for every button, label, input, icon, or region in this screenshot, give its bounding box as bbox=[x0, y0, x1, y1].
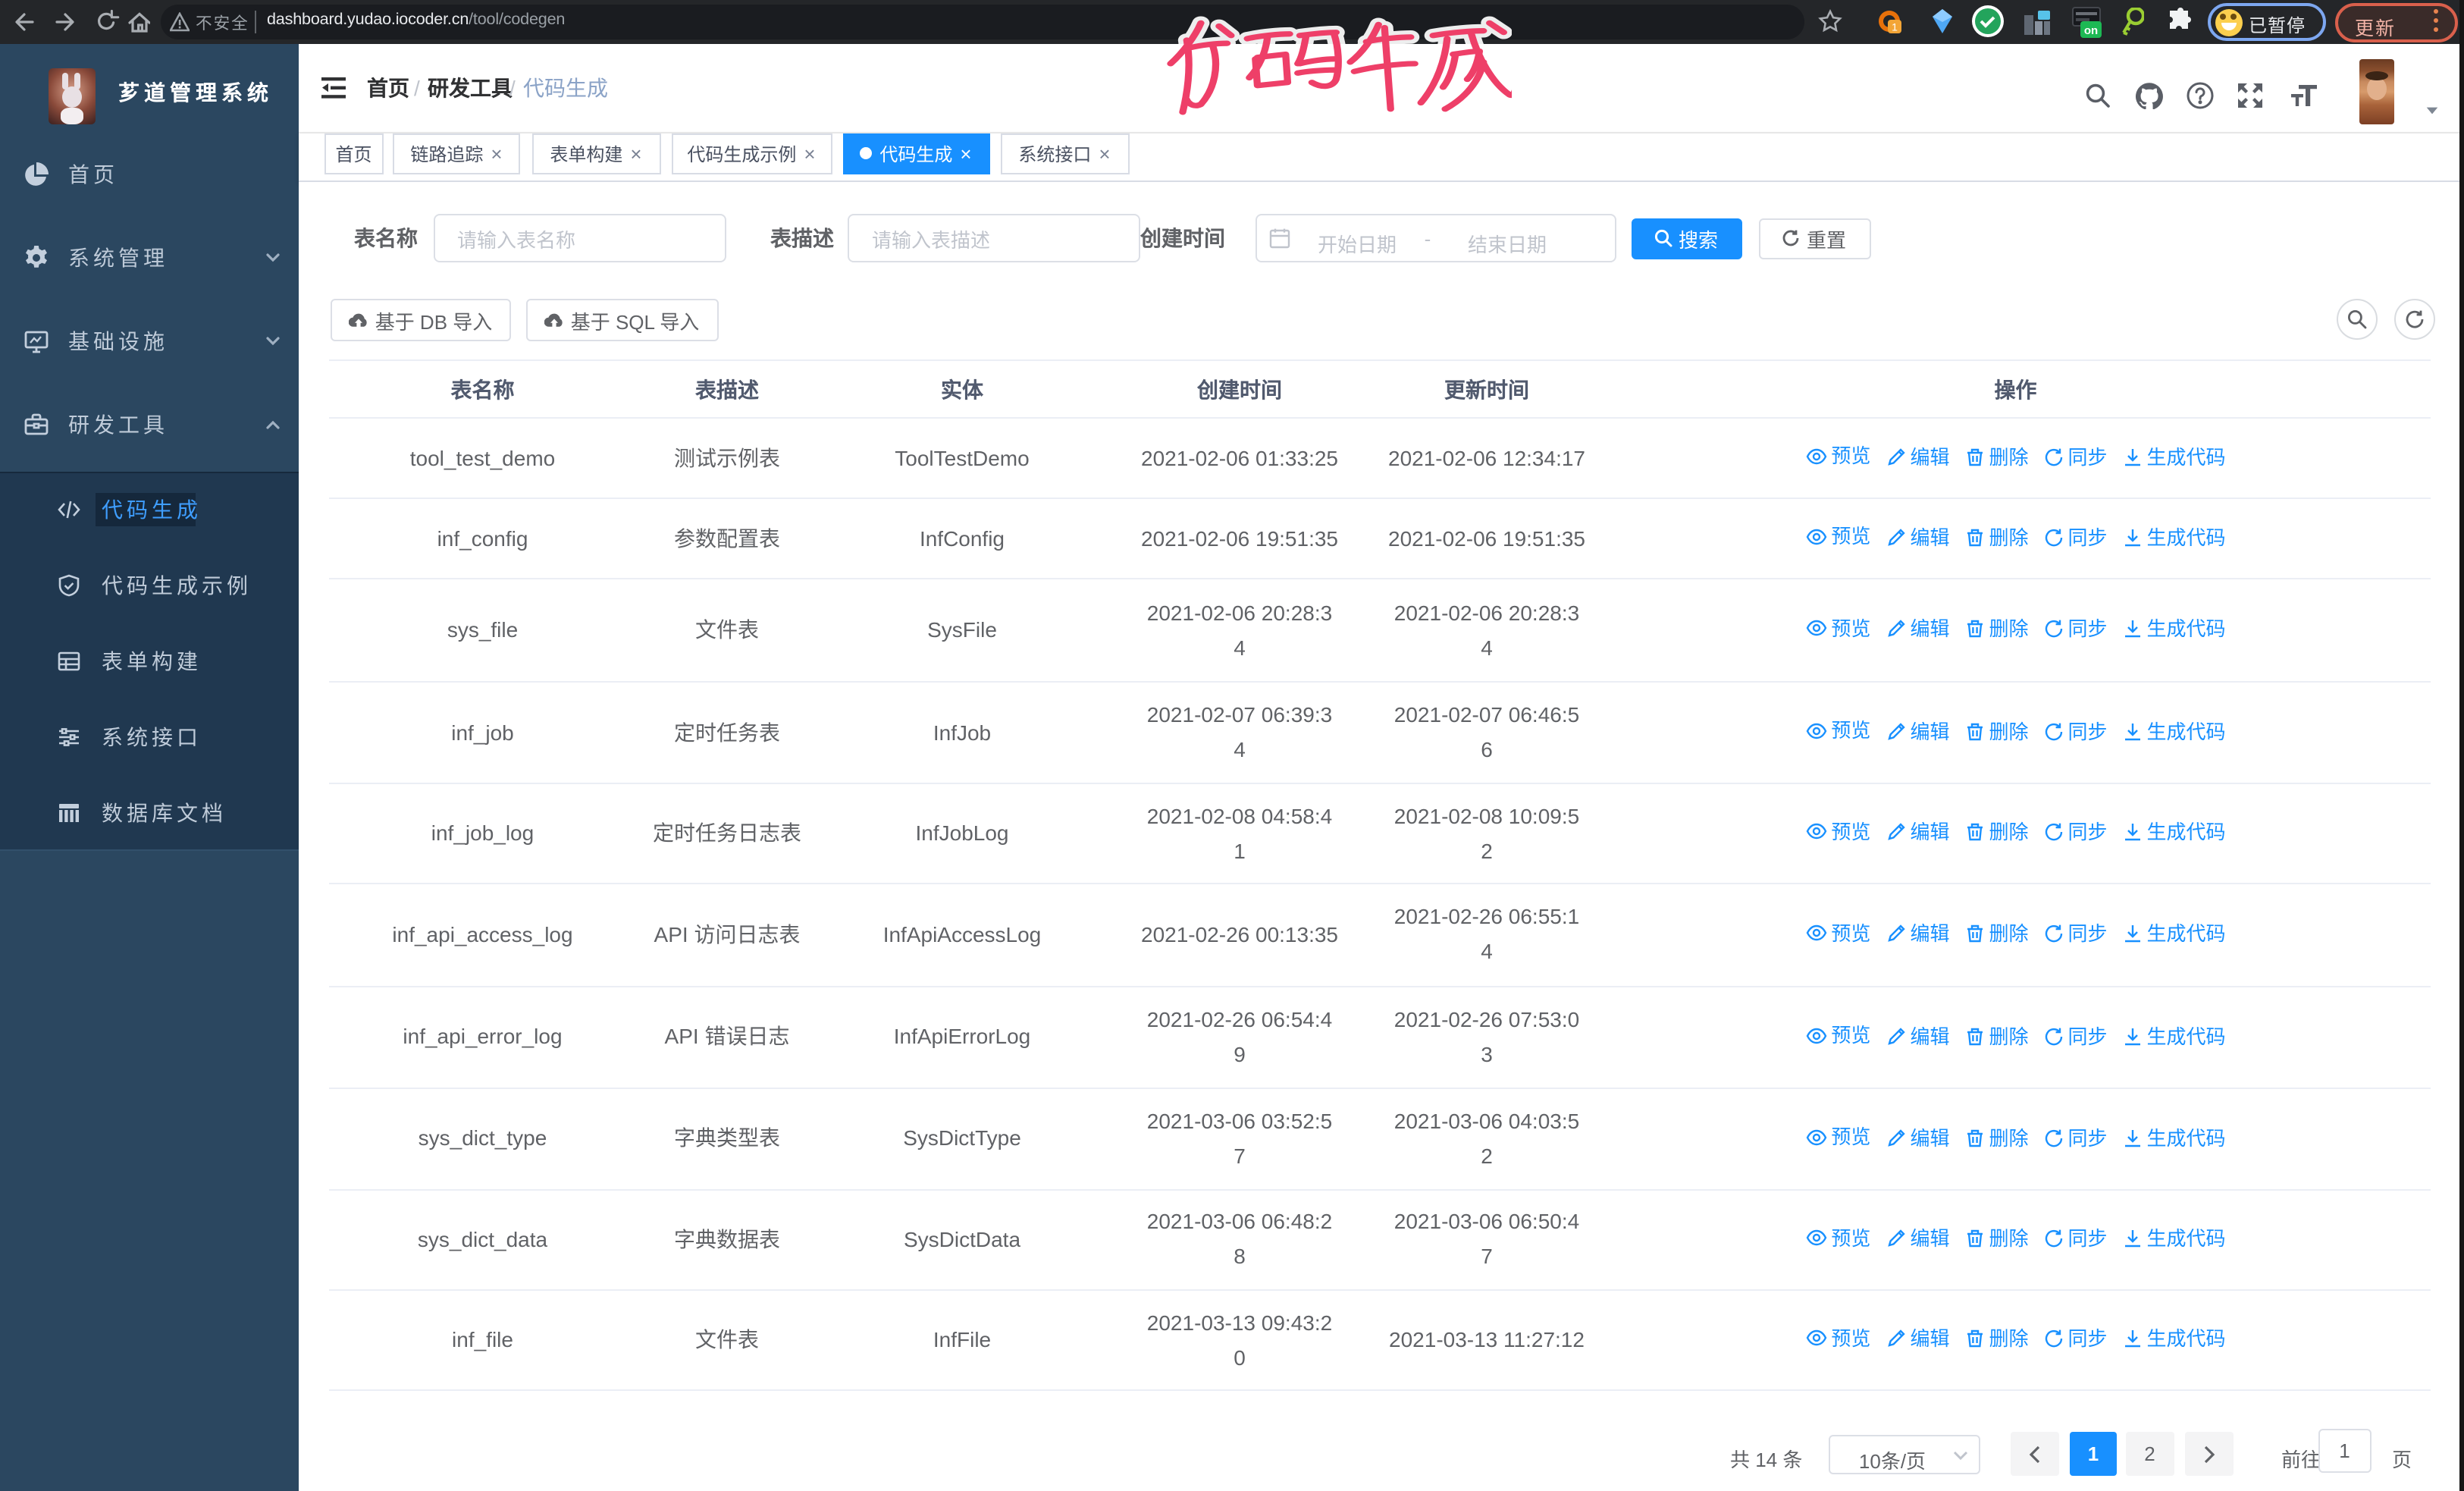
svg-text:1: 1 bbox=[1892, 20, 1898, 33]
svg-text:on: on bbox=[2084, 24, 2098, 37]
